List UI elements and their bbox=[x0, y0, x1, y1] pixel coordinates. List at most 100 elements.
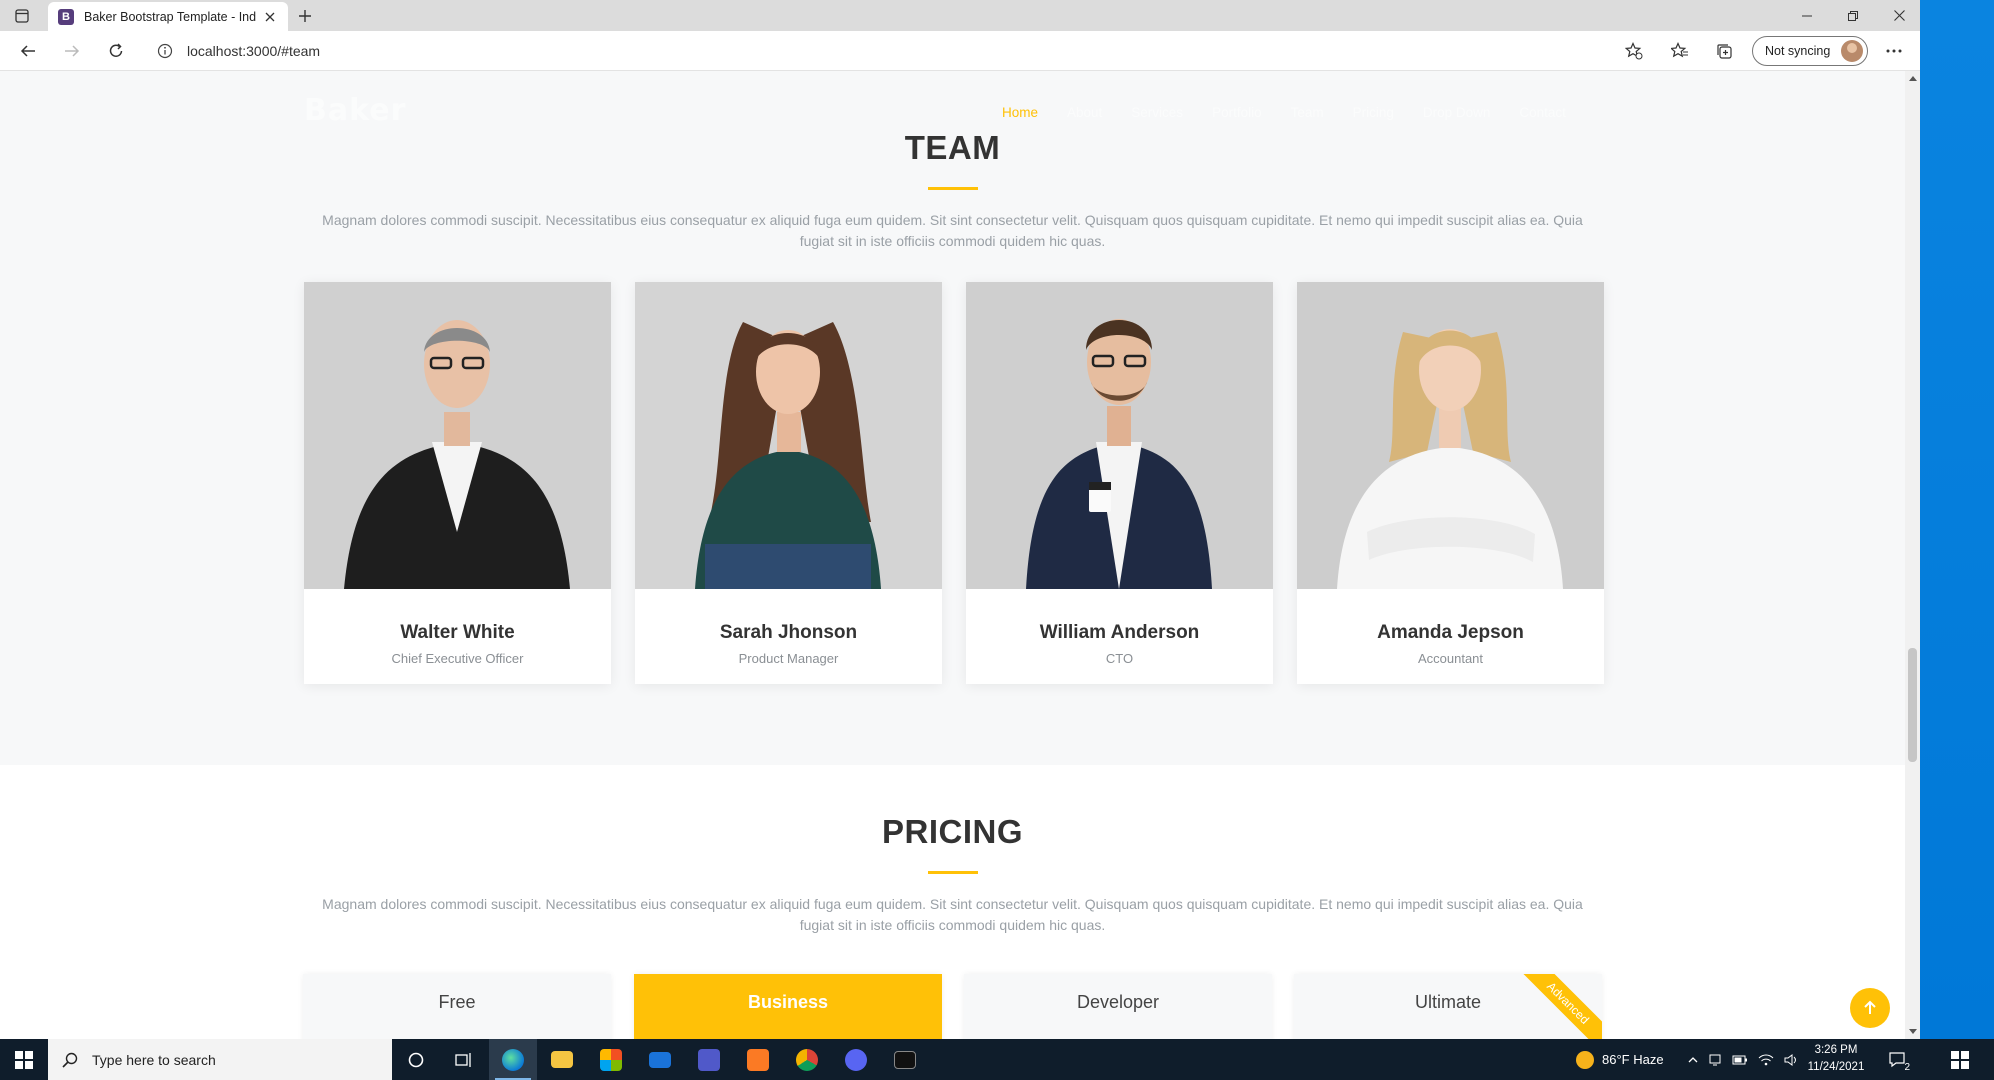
collections-button[interactable] bbox=[1710, 37, 1738, 65]
taskbar-app-xampp[interactable] bbox=[734, 1039, 782, 1080]
team-member-card: Sarah Jhonson Product Manager bbox=[635, 282, 942, 684]
favorites-button[interactable] bbox=[1666, 37, 1694, 65]
site-logo[interactable]: Baker bbox=[304, 93, 406, 128]
team-member-card: Walter White Chief Executive Officer bbox=[304, 282, 611, 684]
scroll-down-arrow-icon[interactable] bbox=[1908, 1027, 1917, 1036]
weather-sun-icon bbox=[1576, 1050, 1594, 1069]
page-viewport: TEAM Magnam dolores commodi suscipit. Ne… bbox=[0, 71, 1905, 1039]
taskbar-app-mail[interactable] bbox=[636, 1039, 684, 1080]
member-photo bbox=[1297, 282, 1604, 589]
plan-name: Free bbox=[438, 992, 476, 1012]
team-member-card: Amanda Jepson Accountant bbox=[1297, 282, 1604, 684]
sync-label: Not syncing bbox=[1765, 44, 1831, 58]
plan-name: Business bbox=[747, 992, 829, 1012]
star-add-icon bbox=[1625, 42, 1643, 60]
tab-close-button[interactable] bbox=[262, 9, 278, 25]
action-center-button[interactable]: 2 bbox=[1882, 1039, 1912, 1080]
task-view-button[interactable] bbox=[440, 1039, 488, 1080]
taskbar-app-teams[interactable] bbox=[685, 1039, 733, 1080]
taskbar-clock[interactable]: 3:26 PM 11/24/2021 bbox=[1790, 1042, 1882, 1076]
member-name: Sarah Jhonson bbox=[719, 622, 858, 643]
collections-icon bbox=[1717, 44, 1732, 59]
member-photo bbox=[304, 282, 611, 589]
teams-icon bbox=[698, 1048, 720, 1071]
task-view-icon bbox=[455, 1052, 471, 1067]
nav-link-contact[interactable]: Contact bbox=[1519, 105, 1566, 120]
plan-name: Developer bbox=[1076, 992, 1160, 1012]
site-info-icon[interactable] bbox=[155, 41, 175, 61]
device-icon[interactable] bbox=[1708, 1053, 1722, 1067]
terminal-icon bbox=[894, 1050, 916, 1069]
back-to-top-button[interactable] bbox=[1850, 988, 1890, 1028]
plan-card-business: Business bbox=[634, 974, 942, 1039]
windows-logo-icon bbox=[1951, 1050, 1969, 1069]
discord-icon bbox=[845, 1048, 867, 1071]
nav-link-home[interactable]: Home bbox=[1002, 105, 1038, 120]
notification-icon bbox=[1889, 1051, 1905, 1067]
search-icon bbox=[62, 1052, 78, 1068]
desktop-windows-button[interactable] bbox=[1940, 1039, 1980, 1080]
close-window-button[interactable] bbox=[1876, 0, 1922, 31]
start-button[interactable] bbox=[0, 1039, 48, 1080]
bootstrap-favicon-icon: B bbox=[58, 8, 74, 25]
favorites-icon bbox=[1671, 42, 1688, 58]
member-name: Walter White bbox=[400, 622, 515, 643]
minimize-button[interactable] bbox=[1784, 0, 1830, 31]
clock-time: 3:26 PM bbox=[1814, 1044, 1858, 1056]
nav-link-pricing[interactable]: Pricing bbox=[1353, 105, 1394, 120]
refresh-button[interactable] bbox=[102, 37, 130, 65]
clock-date: 11/24/2021 bbox=[1807, 1061, 1865, 1073]
nav-link-about[interactable]: About bbox=[1067, 105, 1102, 120]
nav-link-team[interactable]: Team bbox=[1291, 105, 1324, 120]
nav-link-dropdown[interactable]: Drop Down bbox=[1423, 105, 1491, 120]
page-scrollbar[interactable] bbox=[1905, 71, 1920, 1039]
member-role: Chief Executive Officer bbox=[391, 651, 524, 666]
site-nav-menu: Home About Services Portfolio Team Prici… bbox=[1002, 105, 1566, 120]
add-favorite-button[interactable] bbox=[1620, 37, 1648, 65]
taskbar-app-store[interactable] bbox=[587, 1039, 635, 1080]
back-button[interactable] bbox=[14, 37, 42, 65]
url-text[interactable]: localhost:3000/#team bbox=[187, 43, 320, 59]
browser-window: B Baker Bootstrap Template - Inde localh… bbox=[0, 0, 1920, 1039]
scrollbar-thumb[interactable] bbox=[1908, 648, 1917, 762]
folder-icon bbox=[551, 1051, 573, 1068]
pricing-description: Magnam dolores commodi suscipit. Necessi… bbox=[322, 896, 1583, 933]
wifi-icon[interactable] bbox=[1758, 1053, 1774, 1067]
taskbar-app-chrome[interactable] bbox=[783, 1039, 831, 1080]
taskbar-app-terminal[interactable] bbox=[881, 1039, 929, 1080]
settings-menu-button[interactable] bbox=[1880, 37, 1908, 65]
address-bar[interactable]: localhost:3000/#team bbox=[145, 35, 1640, 67]
taskbar-app-discord[interactable] bbox=[832, 1039, 880, 1080]
tab-actions-button[interactable] bbox=[8, 3, 36, 29]
member-role: CTO bbox=[1105, 651, 1134, 666]
browser-tab[interactable]: B Baker Bootstrap Template - Inde bbox=[48, 2, 288, 31]
plan-card-free: Free bbox=[303, 974, 611, 1039]
tab-title: Baker Bootstrap Template - Inde bbox=[84, 9, 256, 24]
nav-link-services[interactable]: Services bbox=[1131, 105, 1183, 120]
profile-sync-button[interactable]: Not syncing bbox=[1752, 36, 1868, 66]
weather-widget[interactable]: 86°F Haze bbox=[1576, 1039, 1664, 1080]
pricing-title-underline bbox=[928, 871, 978, 874]
chevron-up-icon[interactable] bbox=[1688, 1056, 1698, 1063]
edge-browser-icon bbox=[502, 1048, 524, 1071]
cortana-button[interactable] bbox=[392, 1039, 440, 1080]
system-tray bbox=[1688, 1039, 1800, 1080]
battery-icon[interactable] bbox=[1732, 1055, 1748, 1065]
member-role: Accountant bbox=[1417, 651, 1484, 666]
pricing-section: PRICING Magnam dolores commodi suscipit.… bbox=[0, 765, 1905, 1039]
scroll-up-arrow-icon[interactable] bbox=[1908, 74, 1917, 83]
nav-link-portfolio[interactable]: Portfolio bbox=[1212, 105, 1262, 120]
restore-button[interactable] bbox=[1830, 0, 1876, 31]
notification-count: 2 bbox=[1904, 1062, 1910, 1073]
close-icon bbox=[265, 12, 275, 21]
forward-button[interactable] bbox=[58, 37, 86, 65]
back-arrow-icon bbox=[20, 45, 35, 57]
plus-icon bbox=[299, 10, 311, 22]
taskbar-search-box[interactable]: Type here to search bbox=[48, 1039, 392, 1080]
taskbar-app-file-explorer[interactable] bbox=[538, 1039, 586, 1080]
xampp-icon bbox=[747, 1048, 769, 1071]
taskbar-app-edge[interactable] bbox=[489, 1039, 537, 1080]
member-photo bbox=[635, 282, 942, 589]
new-tab-button[interactable] bbox=[294, 5, 316, 27]
desktop-background bbox=[1920, 0, 1994, 1039]
